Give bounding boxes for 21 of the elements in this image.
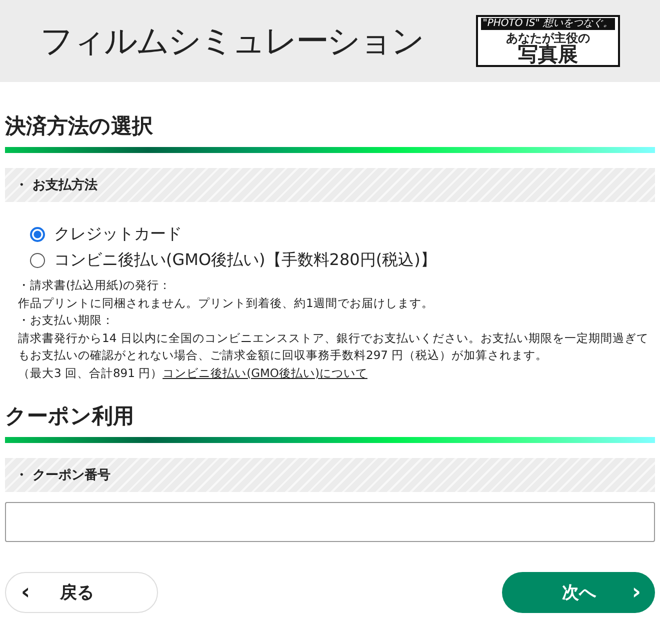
logo-text: 写真展	[518, 44, 578, 64]
info-link[interactable]: コンビニ後払い(GMO後払い)について	[162, 366, 368, 380]
radio-button[interactable]	[30, 227, 45, 242]
subheading: ・ クーポン番号	[15, 467, 111, 484]
note-text: （最大3 回、合計891 円）	[18, 366, 163, 380]
note-text: 請求書発行から14 日以内に全国のコンビニエンスストア、銀行でお支払いください。お支払い期限を一定期間過ぎてもお支払いの確認がとれない場合、ご請求金額に回収事務手数料297 円（税込）が加算されます。	[18, 330, 650, 364]
radio-option[interactable]: クレジットカード	[30, 224, 655, 245]
logo-text: あなたが主役の	[506, 32, 590, 44]
radio-option[interactable]: コンビニ後払い(GMO後払い)【手数料280円(税込)】	[30, 250, 655, 271]
page-title: フィルムシミュレーション	[40, 20, 423, 62]
note-text: 作品プリントに同梱されません。プリント到着後、約1週間でお届けします。	[18, 294, 434, 312]
note-text: ・お支払い期限：	[18, 312, 115, 329]
note-text: ・請求書(払込用紙)の発行：	[18, 277, 172, 294]
radio-button[interactable]	[30, 253, 45, 268]
next-button[interactable]: 次へ ›	[502, 572, 655, 613]
section-heading: クーポン利用	[5, 406, 135, 427]
back-button[interactable]: ‹ 戻る	[5, 572, 158, 613]
section-heading: 決済方法の選択	[5, 116, 154, 137]
subheading: ・ お支払方法	[15, 176, 98, 194]
coupon-input-field[interactable]	[5, 502, 655, 542]
logo-tagline: "PHOTO IS" 想いをつなぐ。	[480, 18, 615, 30]
